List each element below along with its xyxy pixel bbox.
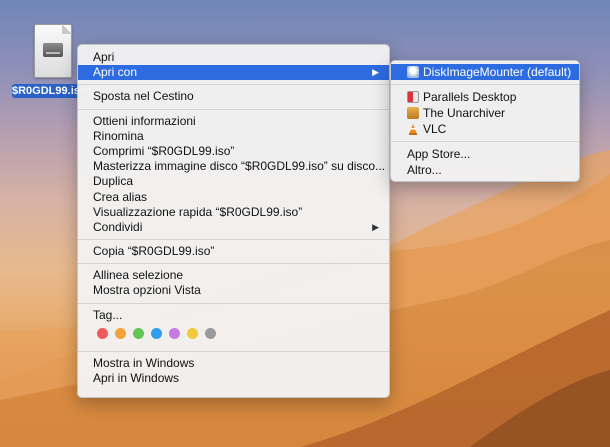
context-menu: Apri Apri con ▶ Sposta nel Cestino Ottie… [77, 44, 390, 398]
drive-glyph-icon [43, 43, 63, 57]
menu-separator [391, 141, 579, 142]
menu-item-apri-in-windows[interactable]: Apri in Windows [78, 371, 389, 386]
submenu-item-vlc-label: VLC [423, 122, 447, 136]
tag-colors-row [78, 323, 389, 345]
menu-item-condividi-label: Condividi [93, 219, 143, 234]
menu-separator [78, 302, 389, 304]
vlc-cone-icon [407, 123, 419, 135]
menu-item-mostra-opzioni-vista[interactable]: Mostra opzioni Vista [78, 283, 389, 298]
tag-color-dot[interactable] [205, 327, 216, 339]
submenu-item-unarchiver[interactable]: The Unarchiver [391, 105, 579, 121]
parallels-desktop-icon [407, 91, 419, 103]
submenu-item-diskimagemounter-label: DiskImageMounter (default) [423, 65, 572, 79]
submenu-item-parallels[interactable]: Parallels Desktop [391, 89, 579, 105]
submenu-item-app-store[interactable]: App Store... [391, 146, 579, 162]
tag-color-dot[interactable] [187, 327, 198, 339]
menu-item-visualizzazione-rapida[interactable]: Visualizzazione rapida “$R0GDL99.iso” [78, 205, 389, 220]
menu-item-apri[interactable]: Apri [78, 50, 389, 65]
menu-separator [78, 350, 389, 352]
menu-item-ottieni-info[interactable]: Ottieni informazioni [78, 114, 389, 129]
menu-item-sposta-cestino[interactable]: Sposta nel Cestino [78, 89, 389, 104]
diskimagemounter-icon [407, 66, 419, 78]
open-with-submenu: DiskImageMounter (default) Parallels Des… [390, 60, 580, 182]
menu-separator [78, 239, 389, 241]
unarchiver-icon [407, 107, 419, 119]
menu-item-rinomina[interactable]: Rinomina [78, 129, 389, 144]
submenu-item-altro[interactable]: Altro... [391, 162, 579, 178]
desktop-file-label: $R0GDL99.iso [12, 84, 87, 98]
tag-color-dot[interactable] [115, 327, 126, 339]
submenu-arrow-icon: ▶ [372, 67, 379, 78]
tag-color-dot[interactable] [169, 327, 180, 339]
submenu-item-diskimagemounter[interactable]: DiskImageMounter (default) [391, 64, 579, 80]
menu-separator [78, 108, 389, 110]
desktop-iso-file[interactable]: $R0GDL99.iso [12, 22, 87, 100]
menu-item-comprimi[interactable]: Comprimi “$R0GDL99.iso” [78, 144, 389, 159]
menu-separator [391, 84, 579, 85]
menu-separator [78, 263, 389, 265]
menu-item-copia[interactable]: Copia “$R0GDL99.iso” [78, 244, 389, 259]
submenu-arrow-icon: ▶ [372, 221, 379, 232]
disk-image-icon [34, 24, 72, 78]
menu-item-duplica[interactable]: Duplica [78, 174, 389, 189]
menu-item-apri-con[interactable]: Apri con ▶ [78, 65, 389, 81]
menu-item-apri-con-label: Apri con [93, 65, 138, 80]
submenu-item-unarchiver-label: The Unarchiver [423, 106, 506, 120]
menu-item-condividi[interactable]: Condividi ▶ [78, 220, 389, 235]
submenu-item-parallels-label: Parallels Desktop [423, 90, 517, 104]
menu-item-allinea-selezione[interactable]: Allinea selezione [78, 268, 389, 283]
menu-item-mostra-in-windows[interactable]: Mostra in Windows [78, 356, 389, 371]
menu-item-tag[interactable]: Tag... [78, 308, 389, 323]
menu-separator [78, 84, 389, 86]
tag-color-dot[interactable] [97, 327, 108, 339]
menu-item-crea-alias[interactable]: Crea alias [78, 190, 389, 205]
tag-color-dot[interactable] [133, 327, 144, 339]
menu-item-masterizza[interactable]: Masterizza immagine disco “$R0GDL99.iso”… [78, 159, 389, 174]
submenu-item-vlc[interactable]: VLC [391, 121, 579, 137]
tag-color-dot[interactable] [151, 327, 162, 339]
